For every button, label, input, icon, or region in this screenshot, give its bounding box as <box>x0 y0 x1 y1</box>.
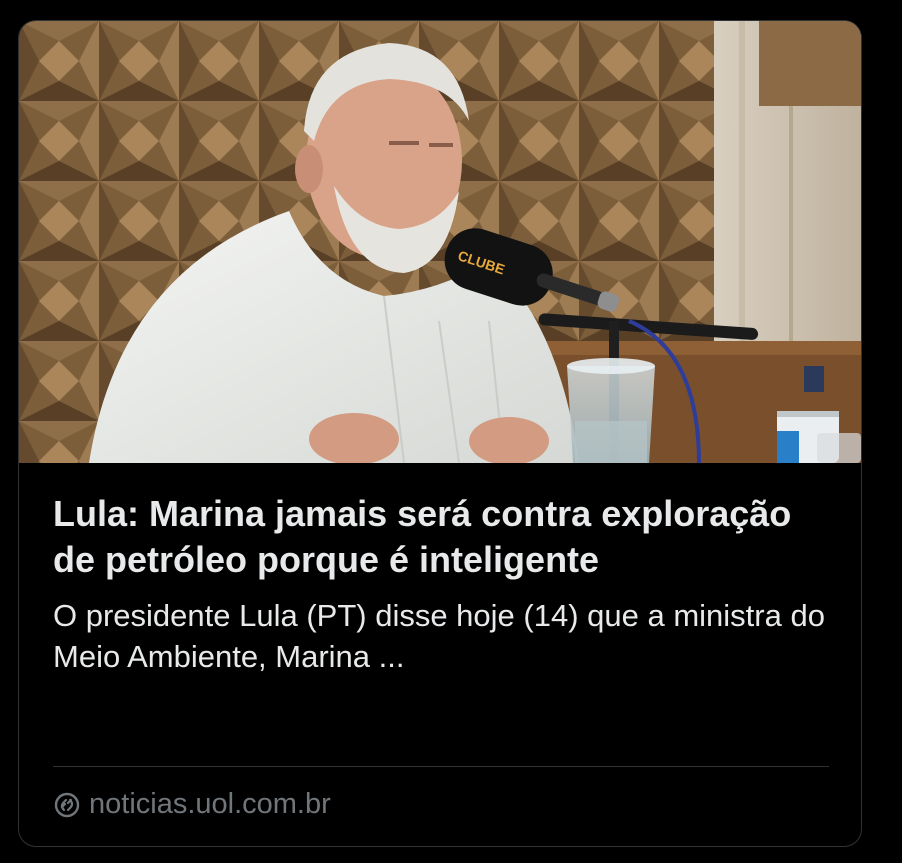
article-description: O presidente Lula (PT) disse hoje (14) q… <box>53 598 825 674</box>
source-link[interactable]: noticias.uol.com.br <box>53 788 331 821</box>
card-text: Lula: Marina jamais será contra exploraç… <box>53 491 833 677</box>
globe-link-icon <box>53 791 81 819</box>
divider <box>53 766 829 767</box>
source-domain: noticias.uol.com.br <box>89 788 331 820</box>
link-preview-card[interactable]: CLUBE Lula: Marina jamais será contra ex… <box>18 20 862 847</box>
article-image[interactable]: CLUBE <box>19 21 861 463</box>
article-headline[interactable]: Lula: Marina jamais será contra exploraç… <box>53 491 833 583</box>
